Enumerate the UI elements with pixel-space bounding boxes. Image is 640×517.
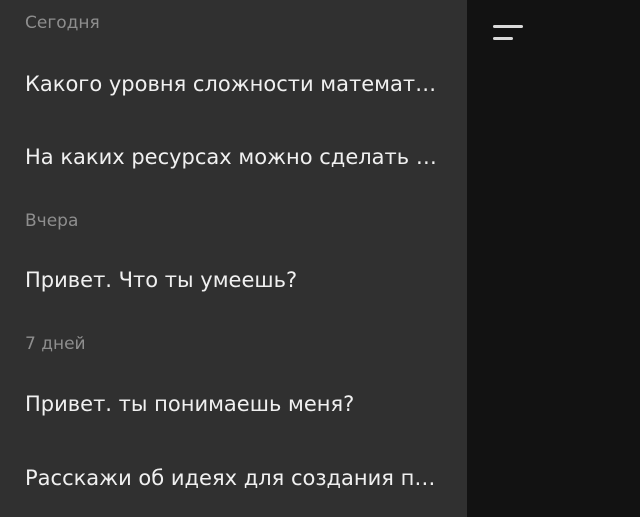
menu-button[interactable] [486, 17, 530, 51]
chat-history-item-title: Какого уровня сложности математических з… [25, 72, 445, 96]
chat-history-item-title: На каких ресурсах можно сделать сайт бес… [25, 145, 445, 169]
chat-history-item-title: Привет. Что ты умеешь? [25, 268, 298, 292]
main-content-area [467, 0, 640, 517]
section-header-yesterday: Вчера [25, 211, 79, 231]
chat-history-item-title: Расскажи об идеях для создания приложени… [25, 466, 445, 490]
section-header-7-days: 7 дней [25, 334, 86, 354]
chat-history-item[interactable]: На каких ресурсах можно сделать сайт бес… [0, 129, 467, 185]
chat-history-item[interactable]: Расскажи об идеях для создания приложени… [0, 450, 467, 506]
app-screen: Сегодня Какого уровня сложности математи… [0, 0, 640, 517]
chat-history-item-title: Привет. ты понимаешь меня? [25, 392, 355, 416]
chat-history-item[interactable]: Привет. Что ты умеешь? [0, 252, 467, 308]
chat-history-item[interactable]: Какого уровня сложности математических з… [0, 56, 467, 112]
chat-history-item[interactable]: Привет. ты понимаешь меня? [0, 376, 467, 432]
section-header-today: Сегодня [25, 13, 100, 33]
chat-history-drawer: Сегодня Какого уровня сложности математи… [0, 0, 467, 517]
